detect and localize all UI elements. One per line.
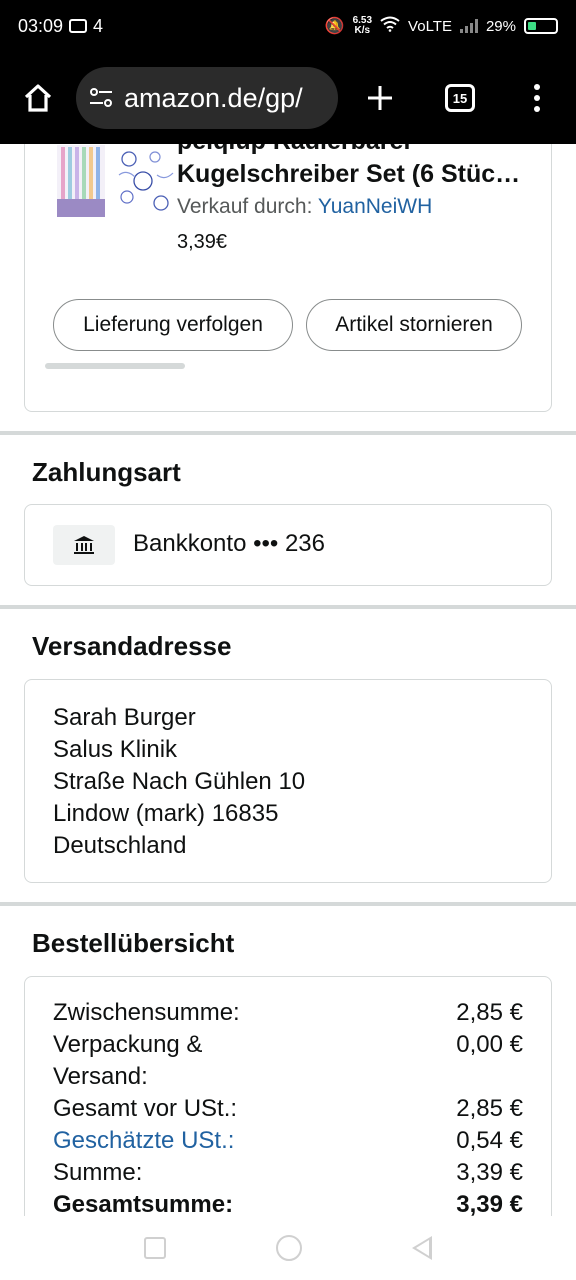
address-line: Deutschland (53, 832, 187, 859)
bank-icon (53, 525, 115, 565)
payment-heading: Zahlungsart (32, 457, 181, 487)
summary-label: Summe: (53, 1159, 143, 1186)
tabs-button[interactable]: 15 (422, 84, 498, 112)
payment-box[interactable]: Bankkonto ••• 236 (24, 504, 552, 586)
page-content: peiqiup Radierbarer Kugelschreiber Set (… (0, 144, 576, 1216)
product-price: 3,39€ (177, 231, 228, 253)
summary-label: Gesamt vor USt.: (53, 1095, 238, 1122)
bell-off-icon: 🔕 (324, 18, 345, 35)
tab-count: 15 (452, 90, 468, 106)
home-nav-button[interactable] (276, 1235, 302, 1261)
new-tab-icon (368, 86, 392, 110)
horizontal-scroll-indicator (45, 363, 185, 369)
summary-value: 0,00 € (456, 1031, 523, 1058)
summary-row: Gesamt vor USt.: 2,85 € (53, 1093, 523, 1125)
summary-row: Verpackung & Versand: 0,00 € (53, 1029, 523, 1093)
shipping-address-box: Sarah Burger Salus Klinik Straße Nach Gü… (24, 679, 552, 883)
notification-count: 4 (93, 15, 104, 36)
url-text: amazon.de/gp/ (124, 82, 303, 113)
system-nav-bar (0, 1216, 576, 1280)
address-line: Salus Klinik (53, 736, 178, 763)
order-item-card: peiqiup Radierbarer Kugelschreiber Set (… (24, 144, 552, 412)
summary-value: 2,85 € (456, 1095, 523, 1122)
seller-link[interactable]: YuanNeiWH (318, 195, 432, 218)
section-divider (0, 431, 576, 435)
browser-toolbar: amazon.de/gp/ 15 (0, 52, 576, 144)
seller-label: Verkauf durch: (177, 195, 318, 218)
address-line: Sarah Burger (53, 704, 196, 731)
url-bar[interactable]: amazon.de/gp/ (76, 67, 338, 129)
estimated-tax-link[interactable]: Geschätzte USt.: (53, 1125, 234, 1157)
status-time: 03:09 (18, 15, 64, 36)
summary-label: Zwischensumme: (53, 999, 240, 1026)
wifi-icon (380, 16, 400, 36)
new-tab-button[interactable] (338, 84, 422, 112)
order-summary-box: Zwischensumme: 2,85 € Verpackung & Versa… (24, 976, 552, 1216)
tabs-icon: 15 (445, 84, 475, 112)
menu-icon (534, 84, 540, 112)
home-button[interactable] (0, 52, 76, 144)
summary-value: 2,85 € (456, 999, 523, 1026)
summary-row: Summe: 3,39 € (53, 1157, 523, 1189)
network-type: VoLTE (408, 17, 452, 35)
seller-info: Verkauf durch: YuanNeiWH (177, 195, 432, 219)
summary-heading: Bestellübersicht (32, 928, 235, 958)
message-icon (69, 19, 88, 33)
cancel-item-button[interactable]: Artikel stornieren (306, 299, 522, 351)
track-delivery-button[interactable]: Lieferung verfolgen (53, 299, 293, 351)
product-pattern-image (113, 145, 181, 217)
summary-value: 3,39 € (456, 1191, 523, 1216)
summary-label: Gesamtsumme: (53, 1191, 234, 1216)
status-bar: 03:09 4 🔕 6.53 K/s VoLTE 29% (0, 0, 576, 52)
address-line: Straße Nach Gühlen 10 (53, 768, 306, 795)
summary-value: 3,39 € (456, 1159, 523, 1186)
summary-row: Zwischensumme: 2,85 € (53, 997, 523, 1029)
section-divider (0, 902, 576, 906)
summary-value: 0,54 € (456, 1127, 523, 1154)
address-line: Lindow (mark) 16835 (53, 800, 279, 827)
home-icon (24, 84, 52, 112)
product-title[interactable]: peiqiup Radierbarer Kugelschreiber Set (… (177, 144, 537, 191)
summary-row: Geschätzte USt.: 0,54 € (53, 1125, 523, 1157)
payment-method: Bankkonto ••• 236 (133, 530, 325, 557)
menu-button[interactable] (498, 84, 576, 112)
signal-icon (459, 19, 478, 33)
product-image[interactable] (57, 145, 105, 217)
shipping-heading: Versandadresse (32, 631, 232, 661)
summary-total-row: Gesamtsumme: 3,39 € (53, 1189, 523, 1216)
site-settings-icon[interactable] (88, 87, 114, 109)
net-speed: 6.53 K/s (352, 15, 373, 36)
back-button[interactable] (412, 1236, 432, 1260)
summary-label: Verpackung & Versand: (53, 1031, 203, 1090)
recents-button[interactable] (144, 1237, 166, 1259)
section-divider (0, 605, 576, 609)
battery-icon (524, 18, 558, 34)
battery-percent: 29% (485, 17, 516, 35)
